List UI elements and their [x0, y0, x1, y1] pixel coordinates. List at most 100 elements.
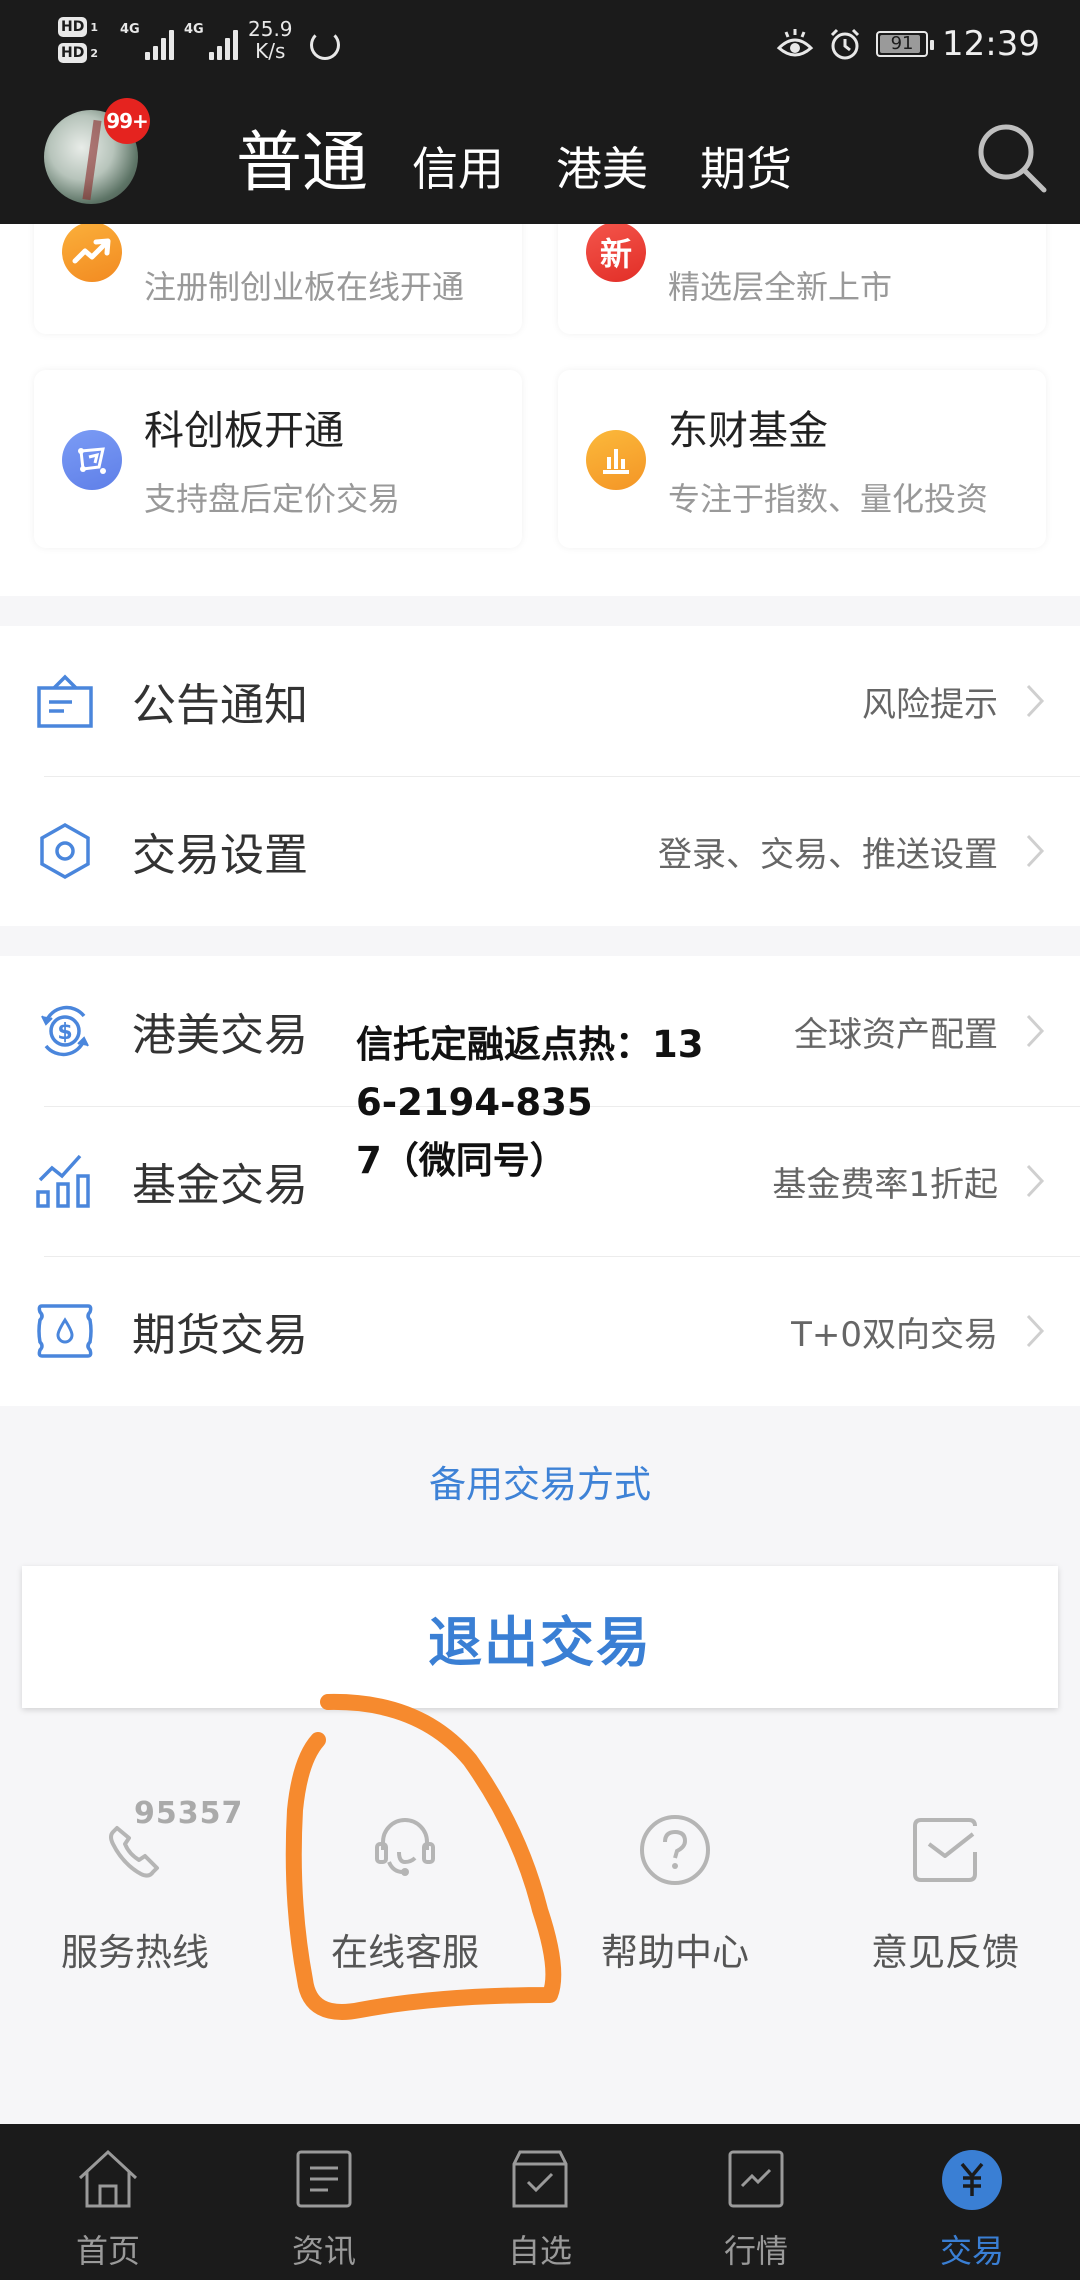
fund-chart-icon — [36, 1154, 90, 1208]
service-label: 帮助中心 — [601, 1931, 749, 1974]
nav-home[interactable]: 首页 — [0, 2124, 216, 2280]
hexagon-settings-icon — [40, 822, 90, 880]
eye-comfort-icon — [776, 29, 814, 57]
yuan-icon — [942, 2150, 1002, 2210]
list-item-trade-settings[interactable]: 交易设置 登录、交易、推送设置 — [0, 776, 1080, 926]
sim-index: 1 — [90, 20, 98, 34]
bar-chart-icon — [586, 430, 646, 490]
net-speed-unit: K/s — [255, 39, 286, 63]
row-value: 登录、交易、推送设置 — [658, 834, 998, 875]
nav-market[interactable]: 行情 — [648, 2124, 864, 2280]
home-icon — [78, 2149, 138, 2208]
card-subtitle: 支持盘后定价交易 — [144, 480, 401, 518]
row-value: 风险提示 — [862, 684, 998, 725]
headset-icon — [375, 1818, 435, 1876]
row-value: 基金费率1折起 — [772, 1164, 998, 1205]
card-subtitle: 精选层全新上市 — [668, 268, 893, 306]
hd-icon: HD — [58, 17, 88, 37]
search-icon[interactable] — [974, 120, 1050, 196]
overlay-line: 6-2194-835 — [356, 1081, 593, 1124]
service-online-support[interactable]: 在线客服 — [270, 1780, 540, 2020]
feature-card-fund[interactable]: 东财基金 专注于指数、量化投资 — [558, 370, 1046, 548]
battery-level: 91 — [890, 33, 914, 54]
chevron-right-icon — [1026, 684, 1045, 718]
service-label: 在线客服 — [331, 1931, 479, 1974]
list-item-futures-trade[interactable]: 期货交易 T+0双向交易 — [0, 1256, 1080, 1406]
nav-label: 交易 — [939, 2232, 1004, 2270]
chevron-right-icon — [1026, 1014, 1045, 1048]
card-subtitle: 注册制创业板在线开通 — [144, 268, 465, 306]
row-value: 全球资产配置 — [794, 1014, 998, 1055]
row-label: 期货交易 — [132, 1310, 308, 1361]
oil-barrel-icon — [37, 1304, 93, 1358]
chevron-right-icon — [1026, 1164, 1045, 1198]
notice-board-icon — [37, 674, 93, 728]
signal-icon: 4G — [184, 22, 238, 60]
new-badge-icon: 新 — [586, 222, 646, 282]
nav-label: 资讯 — [291, 2232, 356, 2270]
net-speed-value: 25.9 — [248, 17, 293, 41]
overlay-line: 7（微同号） — [356, 1139, 567, 1182]
sync-icon — [310, 30, 340, 60]
nav-label: 首页 — [75, 2232, 140, 2270]
sim-index: 2 — [90, 46, 98, 60]
network-type: 4G — [120, 22, 140, 37]
watchlist-icon — [512, 2150, 568, 2208]
svg-text:$: $ — [57, 1020, 72, 1045]
nav-trade[interactable]: 交易 — [864, 2124, 1080, 2280]
status-right: 91 12:39 — [776, 24, 1040, 64]
alarm-icon — [830, 28, 860, 60]
tab-hk-us[interactable]: 港美 — [556, 146, 648, 200]
row-label: 交易设置 — [132, 830, 308, 881]
chevron-right-icon — [1026, 834, 1045, 868]
battery-icon: 91 — [876, 31, 935, 57]
overlay-line: 信托定融返点热：13 — [356, 1023, 704, 1066]
hd-voice-indicators: HD 1 HD 2 — [58, 14, 110, 66]
service-label: 服务热线 — [61, 1931, 209, 1974]
nav-watchlist[interactable]: 自选 — [432, 2124, 648, 2280]
service-feedback[interactable]: 意见反馈 — [810, 1780, 1080, 2020]
row-label: 公告通知 — [132, 680, 308, 731]
account-tabs: 普通 信用 港美 期货 — [236, 120, 844, 200]
service-shortcuts: 95357 服务热线 在线客服 帮助中心 意见反馈 — [0, 1780, 1080, 2020]
trending-up-icon — [62, 222, 122, 282]
tab-credit[interactable]: 信用 — [412, 146, 504, 200]
feature-card-star-market[interactable]: 科创板开通 支持盘后定价交易 — [34, 370, 522, 548]
card-title: 科创板开通 — [144, 408, 344, 454]
list-item-announcements[interactable]: 公告通知 风险提示 — [0, 626, 1080, 776]
top-bar: HD 1 HD 2 4G 4G 25.9 K/s 91 12:39 99+ 普通… — [0, 0, 1080, 224]
market-icon — [728, 2150, 784, 2208]
nav-label: 行情 — [723, 2232, 788, 2270]
signal-icon: 4G — [120, 22, 174, 60]
net-speed: 25.9 K/s — [248, 18, 293, 62]
tab-normal[interactable]: 普通 — [236, 130, 368, 200]
bottom-nav: 首页 资讯 自选 行情 交易 — [0, 2124, 1080, 2280]
hd-icon: HD — [58, 43, 88, 63]
overlay-ad-text: 信托定融返点热：13 6-2194-835 7（微同号） — [356, 1016, 776, 1190]
status-bar: HD 1 HD 2 4G 4G 25.9 K/s 91 12:39 — [0, 0, 1080, 90]
help-icon — [640, 1815, 710, 1885]
chevron-right-icon — [1026, 1314, 1045, 1348]
backup-trade-link[interactable]: 备用交易方式 — [0, 1454, 1080, 1508]
phone-icon — [109, 1826, 159, 1878]
nodes-icon — [62, 430, 122, 490]
row-label: 港美交易 — [132, 1010, 308, 1061]
card-title: 东财基金 — [668, 408, 828, 454]
nav-label: 自选 — [507, 2232, 572, 2270]
mail-icon — [913, 1818, 977, 1882]
dollar-exchange-icon: $ — [41, 1005, 89, 1057]
network-type: 4G — [184, 22, 204, 37]
nav-news[interactable]: 资讯 — [216, 2124, 432, 2280]
news-icon — [296, 2150, 352, 2208]
service-hotline[interactable]: 95357 服务热线 — [0, 1780, 270, 2020]
row-value: T+0双向交易 — [791, 1314, 998, 1355]
clock: 12:39 — [942, 24, 1040, 64]
settings-list: 公告通知 风险提示 交易设置 登录、交易、推送设置 — [0, 626, 1080, 926]
notification-badge: 99+ — [104, 98, 150, 144]
card-subtitle: 专注于指数、量化投资 — [668, 480, 989, 518]
service-label: 意见反馈 — [871, 1931, 1019, 1974]
logout-trade-button[interactable]: 退出交易 — [22, 1566, 1058, 1708]
service-help-center[interactable]: 帮助中心 — [540, 1780, 810, 2020]
row-label: 基金交易 — [132, 1160, 308, 1211]
tab-futures[interactable]: 期货 — [700, 146, 792, 200]
